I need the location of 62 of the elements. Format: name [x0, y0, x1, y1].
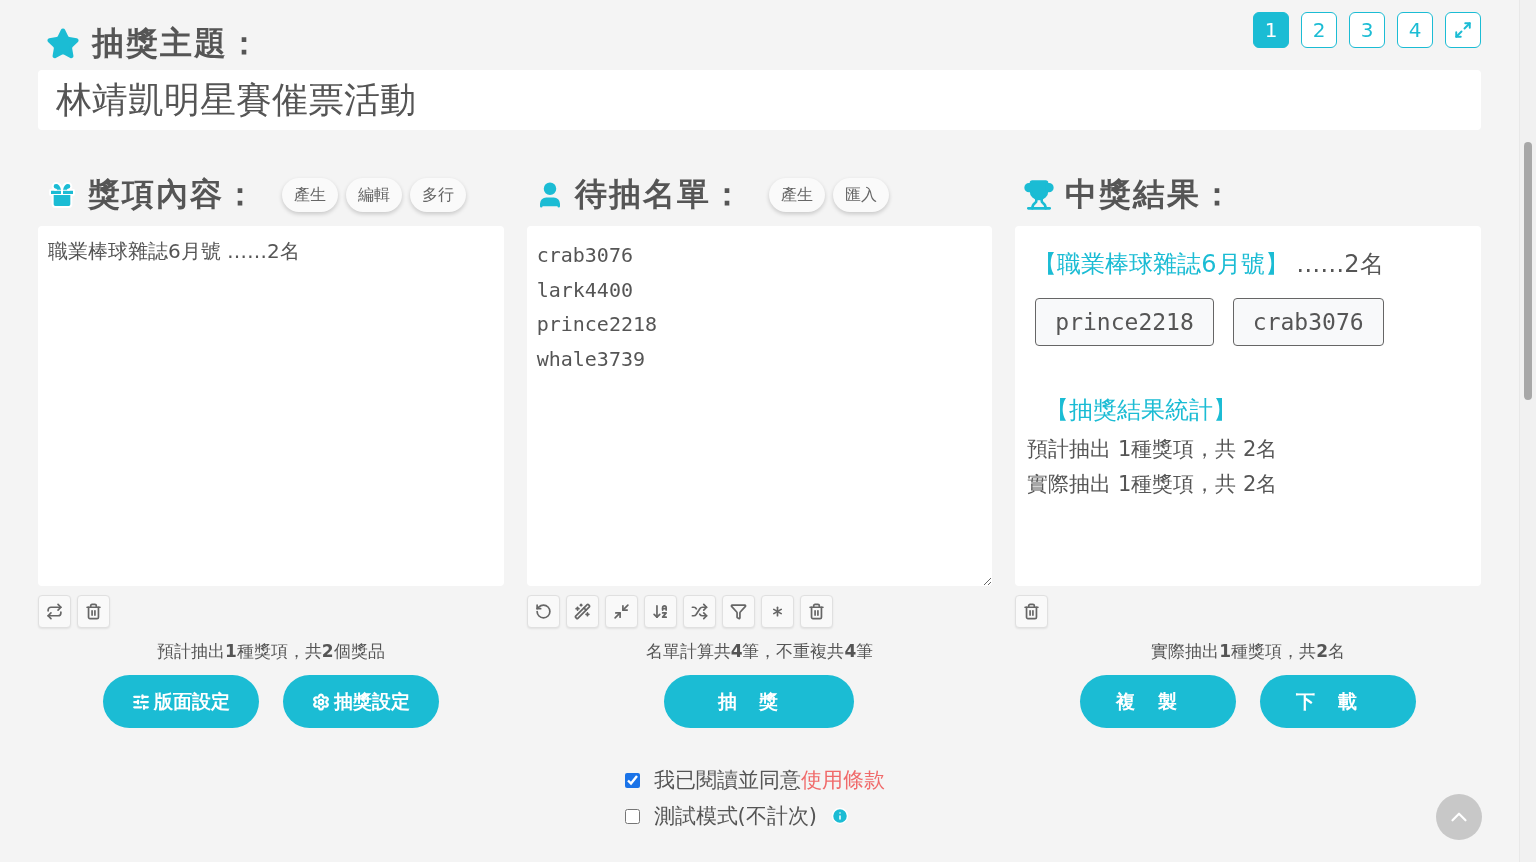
tool-button[interactable] [682, 595, 716, 628]
winner-tag: prince2218 [1035, 298, 1214, 346]
star-icon [46, 27, 80, 61]
sliders-icon [131, 692, 150, 711]
tool-button[interactable] [526, 595, 560, 628]
checkbox[interactable] [624, 772, 640, 788]
page-button[interactable]: 1 [1253, 12, 1289, 48]
names-textarea[interactable]: crab3076 lark4400 prince2218 whale3739 [526, 226, 993, 586]
wand-icon [573, 603, 591, 620]
checkbox[interactable] [624, 808, 640, 824]
stats-title: 【抽獎結果統計】 [1045, 395, 1239, 426]
trophy-icon [1023, 179, 1056, 211]
expand-icon [1454, 21, 1472, 39]
draw-settings-button[interactable]: 抽獎設定 [282, 675, 439, 728]
stats-line: 預計抽出 1種獎項，共 2名 [1027, 436, 1279, 463]
copy-button[interactable]: 複製 [1080, 675, 1237, 728]
prize-result-line: 【職業棒球雜誌6月號】 ……2名 [1032, 249, 1385, 280]
trash-icon [85, 603, 102, 620]
prize-entry: 職業棒球雜誌6月號 ……2名 [48, 238, 301, 265]
shrink-arrows-icon [612, 603, 630, 620]
theme-title: 抽獎主題： [92, 23, 262, 64]
prizes-title: 獎項內容： [88, 174, 258, 215]
tool-button[interactable] [799, 595, 833, 628]
trash-icon [1023, 603, 1041, 620]
gift-icon [46, 179, 78, 211]
action-button[interactable]: 匯入 [832, 178, 889, 212]
tool-button[interactable] [643, 595, 677, 628]
results-title: 中獎結果： [1065, 174, 1236, 215]
tool-button[interactable] [38, 595, 71, 628]
winner-tag: crab3076 [1232, 298, 1384, 346]
terms-label: 我已閱讀並同意使用條款 [653, 767, 885, 794]
page-button[interactable]: 4 [1397, 12, 1433, 48]
option-label: 測試模式(不計次) [653, 803, 817, 830]
sort-az-icon [651, 603, 669, 620]
terms-link[interactable]: 使用條款 [800, 768, 885, 792]
layout-settings-button[interactable]: 版面設定 [102, 675, 259, 728]
theme-input[interactable]: 林靖凱明星賽催票活動 [38, 70, 1481, 130]
filter-icon [729, 603, 747, 620]
candidates-summary: 名單計算共4筆，不重複共4筆 [644, 640, 875, 663]
page-button[interactable]: 2 [1301, 12, 1337, 48]
results-summary: 實際抽出1種獎項，共2名 [1150, 640, 1346, 663]
undo-icon [534, 603, 552, 620]
tool-button[interactable] [604, 595, 638, 628]
repeat-icon [46, 603, 63, 620]
shuffle-icon [690, 603, 708, 620]
tool-button[interactable] [760, 595, 794, 628]
stats-line: 實際抽出 1種獎項，共 2名 [1027, 471, 1279, 498]
action-button[interactable]: 產生 [282, 178, 338, 212]
prizes-summary: 預計抽出1種獎項，共2個獎品 [156, 640, 386, 663]
gear-icon [311, 692, 330, 711]
tool-button[interactable] [565, 595, 599, 628]
download-button[interactable]: 下載 [1260, 675, 1417, 728]
draw-button[interactable]: 抽獎 [664, 675, 855, 728]
tool-button[interactable] [77, 595, 110, 628]
candidates-title: 待抽名單： [574, 174, 745, 215]
action-button[interactable]: 多行 [410, 178, 466, 212]
action-button[interactable]: 編輯 [346, 178, 402, 212]
tool-button[interactable] [1015, 595, 1049, 628]
page-button[interactable]: 3 [1349, 12, 1385, 48]
trash-icon [807, 603, 825, 620]
action-button[interactable]: 產生 [768, 178, 825, 212]
tool-button[interactable] [721, 595, 755, 628]
